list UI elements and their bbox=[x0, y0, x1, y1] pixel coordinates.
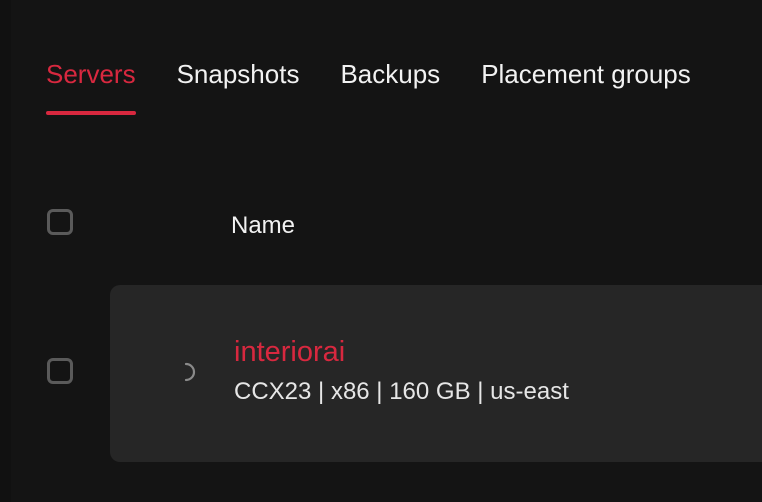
tab-snapshots[interactable]: Snapshots bbox=[177, 56, 300, 116]
sidebar-edge bbox=[0, 0, 11, 502]
server-details: CCX23 | x86 | 160 GB | us-east bbox=[234, 378, 569, 405]
select-all-checkbox[interactable] bbox=[47, 209, 73, 235]
tab-backups[interactable]: Backups bbox=[340, 56, 440, 116]
row-select-checkbox[interactable] bbox=[47, 358, 73, 384]
loading-spinner-icon bbox=[184, 362, 196, 382]
tab-servers[interactable]: Servers bbox=[46, 56, 136, 116]
tab-placement-groups[interactable]: Placement groups bbox=[481, 56, 691, 116]
table-row[interactable] bbox=[110, 285, 762, 462]
resource-tabs: Servers Snapshots Backups Placement grou… bbox=[46, 56, 732, 116]
server-name-link[interactable]: interiorai bbox=[234, 334, 345, 370]
column-header-name[interactable]: Name bbox=[231, 210, 295, 242]
page: Servers Snapshots Backups Placement grou… bbox=[0, 0, 762, 502]
